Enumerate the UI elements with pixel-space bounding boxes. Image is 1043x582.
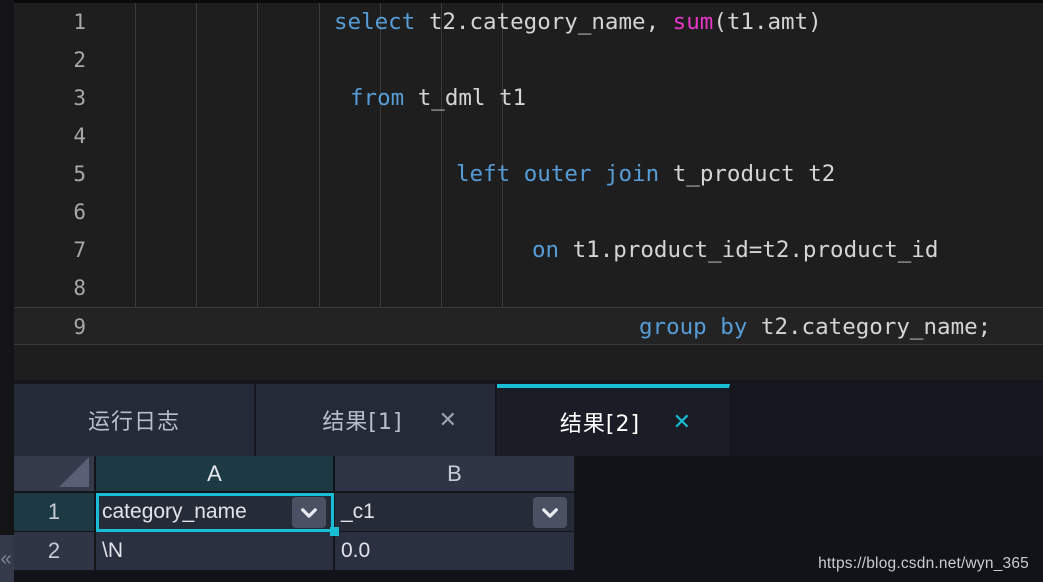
- line-number-3: 3: [73, 86, 86, 110]
- cell-B2[interactable]: 0.0: [335, 532, 575, 571]
- code-surface[interactable]: 1 select t2.category_name, sum(t1.amt) 2 3 f…: [14, 3, 1043, 380]
- column-header-B[interactable]: B: [335, 456, 575, 492]
- column-header-empty: [575, 456, 1043, 492]
- line-number-9: 9: [73, 315, 86, 339]
- line-number-4: 4: [73, 124, 86, 148]
- chevron-down-icon-A1[interactable]: [292, 497, 326, 528]
- tabbar-empty-area: [730, 384, 1043, 456]
- code-text-line-7: on t1.product_id=t2.product_id: [532, 237, 939, 263]
- editor-left-gutter-strip: [0, 0, 14, 380]
- code-line-3[interactable]: 3 from t_dml t1: [14, 79, 1043, 117]
- tab-2[interactable]: 结果[2] ✕: [497, 384, 730, 456]
- line-number-6: 6: [73, 200, 86, 224]
- code-line-1[interactable]: 1 select t2.category_name, sum(t1.amt): [14, 3, 1043, 41]
- line-number-5: 5: [73, 162, 86, 186]
- code-line-7[interactable]: 7 on t1.product_id=t2.product_id: [14, 231, 1043, 269]
- tab-label-1: 结果[1]: [322, 410, 403, 435]
- result-grid[interactable]: AB 12 category_name _c1 \N 0.0 « https://bl…: [0, 456, 1043, 582]
- tab-close-icon-1[interactable]: ✕: [439, 409, 457, 431]
- code-line-8[interactable]: 8: [14, 269, 1043, 307]
- tabbar-left-strip: [0, 380, 14, 456]
- line-number-7: 7: [73, 238, 86, 262]
- result-tab-bar[interactable]: 运行日志 结果[1] ✕ 结果[2] ✕: [0, 380, 1043, 456]
- code-line-9[interactable]: 9 group by t2.category_name;: [14, 307, 1043, 345]
- tab-0[interactable]: 运行日志: [14, 384, 255, 456]
- cell-value-B1: _c1: [341, 500, 375, 523]
- tab-close-icon-2[interactable]: ✕: [673, 411, 691, 433]
- code-text-line-9: group by t2.category_name;: [639, 314, 992, 340]
- column-header-A[interactable]: A: [96, 456, 334, 492]
- code-line-4[interactable]: 4: [14, 117, 1043, 155]
- cell-value-A2: \N: [102, 539, 123, 562]
- chevron-down-icon-B1[interactable]: [533, 497, 567, 528]
- row-header-1[interactable]: 1: [14, 493, 95, 532]
- cell-A2[interactable]: \N: [96, 532, 334, 571]
- line-number-8: 8: [73, 276, 86, 300]
- tab-1[interactable]: 结果[1] ✕: [256, 384, 496, 456]
- code-text-line-1: select t2.category_name, sum(t1.amt): [334, 9, 822, 35]
- code-text-line-3: from t_dml t1: [350, 85, 527, 111]
- select-all-triangle-icon: [59, 457, 89, 487]
- code-line-6[interactable]: 6: [14, 193, 1043, 231]
- sql-editor-window: 1 select t2.category_name, sum(t1.amt) 2 3 f…: [0, 0, 1043, 582]
- row-header-2[interactable]: 2: [14, 532, 95, 571]
- line-number-1: 1: [73, 10, 86, 34]
- code-editor-panel[interactable]: 1 select t2.category_name, sum(t1.amt) 2 3 f…: [0, 0, 1043, 380]
- cell-value-A1: category_name: [102, 500, 247, 523]
- code-text-line-5: left outer join t_product t2: [456, 161, 836, 187]
- tabbar-inner[interactable]: 运行日志 结果[1] ✕ 结果[2] ✕: [14, 384, 1043, 456]
- grid-corner-cell[interactable]: [14, 456, 95, 492]
- tab-label-0: 运行日志: [87, 410, 180, 435]
- chevron-left-icon: «: [0, 547, 12, 570]
- code-line-5[interactable]: 5 left outer join t_product t2: [14, 155, 1043, 193]
- code-line-2[interactable]: 2: [14, 41, 1043, 79]
- fill-handle[interactable]: [330, 527, 339, 536]
- watermark-text: https://blog.csdn.net/wyn_365: [818, 555, 1029, 572]
- line-number-2: 2: [73, 48, 86, 72]
- cell-value-B2: 0.0: [341, 539, 371, 562]
- sidebar-collapse-handle[interactable]: «: [0, 535, 14, 582]
- tab-label-2: 结果[2]: [559, 412, 641, 437]
